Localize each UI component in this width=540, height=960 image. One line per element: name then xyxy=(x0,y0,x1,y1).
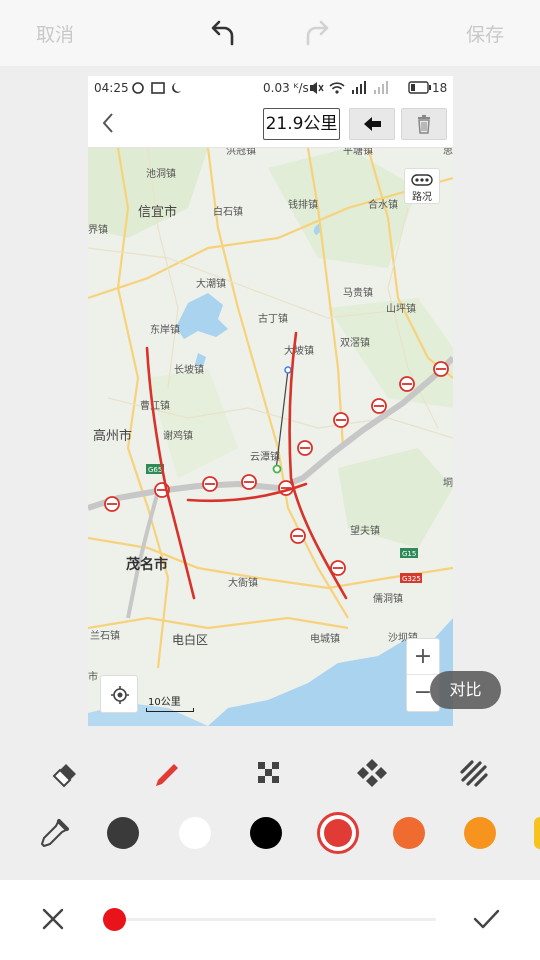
battery-icon xyxy=(408,81,431,94)
place-label: 双滘镇 xyxy=(340,336,370,349)
status-time: 04:25 xyxy=(94,81,129,95)
place-label: 信宜市 xyxy=(138,204,177,220)
road-shield-label: G325 xyxy=(402,575,421,583)
diamond-mosaic-icon[interactable] xyxy=(354,756,390,790)
brush-size-slider[interactable] xyxy=(112,918,436,921)
place-label: 市 xyxy=(88,670,98,683)
no-entry-icon xyxy=(433,361,449,377)
place-label: 儒洞镇 xyxy=(373,592,403,605)
close-icon[interactable] xyxy=(38,904,68,934)
color-swatch-red-selected[interactable] xyxy=(317,812,359,854)
save-button[interactable]: 保存 xyxy=(466,20,504,47)
redo-icon[interactable] xyxy=(302,16,336,50)
locate-button[interactable] xyxy=(100,675,138,713)
bottom-bar xyxy=(0,880,540,960)
place-label: 界镇 xyxy=(88,223,108,236)
chevron-left-icon[interactable] xyxy=(98,110,118,136)
place-label: 曹江镇 xyxy=(140,399,170,412)
color-swatch-dark-gray[interactable] xyxy=(107,817,139,849)
place-label: 茂名市 xyxy=(126,556,168,573)
signal-icons xyxy=(310,81,388,94)
traffic-toggle-button[interactable]: 路况 xyxy=(404,168,440,204)
place-label: 大坡镇 xyxy=(284,344,314,357)
clear-button[interactable] xyxy=(401,108,447,140)
stripe-brush-icon[interactable] xyxy=(456,756,492,790)
status-net-speed: 0.03 ᴷ/s xyxy=(263,81,309,95)
place-label: 长坡镇 xyxy=(174,363,204,376)
road-shield-label: G65 xyxy=(148,466,162,474)
place-label: 平塘镇 xyxy=(343,148,373,157)
selected-color-fill xyxy=(324,819,352,847)
place-label: 高州市 xyxy=(93,428,132,444)
locate-icon xyxy=(111,686,129,704)
trash-icon xyxy=(418,115,430,134)
color-swatch-white[interactable] xyxy=(179,817,211,849)
place-label: 池洞镇 xyxy=(146,167,176,180)
notification-icons xyxy=(132,82,181,94)
pen-icon[interactable] xyxy=(150,756,186,790)
place-label: 思 xyxy=(443,148,453,157)
tool-row xyxy=(0,746,540,800)
no-entry-icon xyxy=(241,474,257,490)
no-entry-icon xyxy=(333,412,349,428)
cancel-button[interactable]: 取消 xyxy=(36,20,74,47)
check-icon[interactable] xyxy=(470,904,502,934)
status-bar: 04:25 0.03 ᴷ/s 18 xyxy=(88,76,453,100)
place-label: 电城镇 xyxy=(310,632,340,645)
status-battery: 18 xyxy=(432,81,448,95)
undo-point-button[interactable] xyxy=(349,108,395,140)
edited-screenshot[interactable]: 04:25 0.03 ᴷ/s 18 21.9公里 池洞镇 洪冠镇 平塘镇 思 信… xyxy=(88,76,453,726)
editor-top-bar: 取消 保存 xyxy=(0,0,540,66)
place-label: 古丁镇 xyxy=(258,312,288,325)
no-entry-icon xyxy=(297,440,313,456)
eyedropper-icon[interactable] xyxy=(38,818,70,850)
zoom-in-button[interactable]: + xyxy=(407,639,439,675)
place-label: 电白区 xyxy=(172,632,208,647)
place-label: 钱排镇 xyxy=(288,198,318,211)
brush-size-thumb[interactable] xyxy=(103,908,126,931)
no-entry-icon xyxy=(371,398,387,414)
place-label: 合水镇 xyxy=(368,198,398,211)
color-swatch-yellow[interactable] xyxy=(534,817,540,849)
place-label: 望夫镇 xyxy=(350,524,380,537)
place-label: 大潮镇 xyxy=(196,277,226,290)
undo-icon[interactable] xyxy=(204,16,238,50)
place-label: 谢鸡镇 xyxy=(163,429,193,442)
place-label: 垌 xyxy=(443,476,453,489)
traffic-icon xyxy=(411,174,433,186)
color-swatch-amber[interactable] xyxy=(464,817,496,849)
color-row xyxy=(0,806,540,862)
traffic-label: 路况 xyxy=(412,192,432,203)
distance-readout: 21.9公里 xyxy=(263,108,340,140)
place-label: 洪冠镇 xyxy=(226,148,256,157)
color-swatch-orange[interactable] xyxy=(393,817,425,849)
place-label: 东岸镇 xyxy=(150,323,180,336)
mosaic-icon[interactable] xyxy=(252,756,288,790)
road-shield-label: G15 xyxy=(402,550,416,558)
place-label: 兰石镇 xyxy=(90,629,120,642)
no-entry-icon xyxy=(290,528,306,544)
map-toolbar: 21.9公里 xyxy=(88,100,453,148)
place-label: 马贵镇 xyxy=(343,286,373,299)
no-entry-icon xyxy=(104,496,120,512)
no-entry-icon xyxy=(202,476,218,492)
place-label: 山坪镇 xyxy=(386,302,416,315)
compare-button[interactable]: 对比 xyxy=(430,671,501,709)
place-label: 云潭镇 xyxy=(250,450,280,463)
scale-bar xyxy=(146,708,194,712)
arrow-left-icon xyxy=(364,117,381,131)
no-entry-icon xyxy=(399,376,415,392)
place-label: 白石镇 xyxy=(213,205,243,218)
scale-label: 10公里 xyxy=(148,697,181,708)
map-canvas[interactable]: 池洞镇 洪冠镇 平塘镇 思 信宜市 白石镇 钱排镇 合水镇 界镇 大潮镇 马贵镇… xyxy=(88,148,453,726)
color-swatch-black[interactable] xyxy=(250,817,282,849)
eraser-icon[interactable] xyxy=(48,756,84,790)
place-label: 大衙镇 xyxy=(228,576,258,589)
